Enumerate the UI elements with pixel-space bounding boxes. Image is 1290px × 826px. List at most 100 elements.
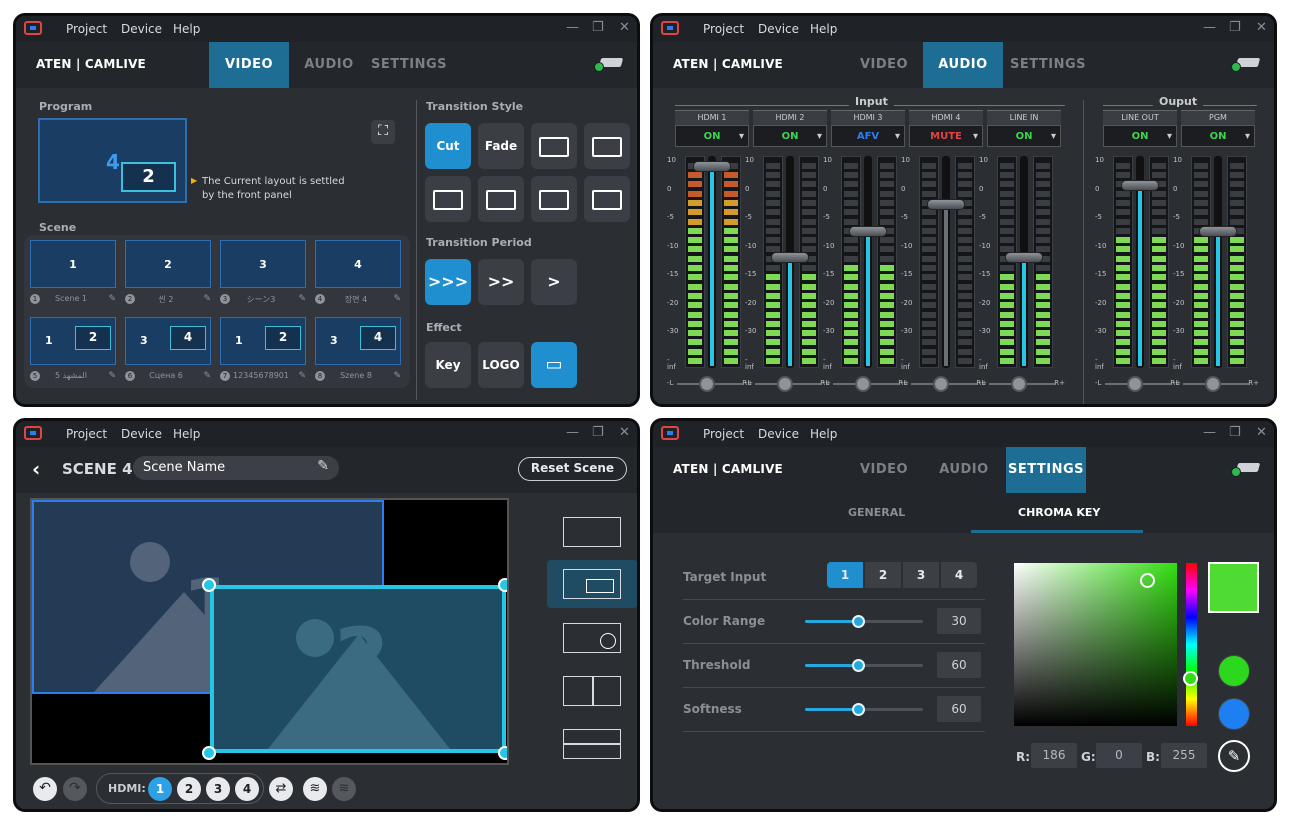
pan-knob[interactable] [699,376,715,392]
slide-right-button[interactable] [478,176,524,222]
menu-project[interactable]: Project [703,427,744,441]
scene-edit-icon[interactable]: ✎ [298,371,306,381]
close-icon[interactable]: ✕ [1256,425,1267,440]
fader-knob[interactable] [1121,179,1159,191]
color-picker-area[interactable] [1014,563,1177,726]
scene-edit-icon[interactable]: ✎ [393,371,401,381]
tab-audio[interactable]: AUDIO [923,42,1003,88]
layer-2[interactable]: 2 [210,585,506,753]
scene-card[interactable]: 34 [315,317,401,365]
layout-canvas[interactable]: 1 2 [30,498,509,765]
program-preview[interactable]: 4 2 [38,118,187,203]
transition-cut-button[interactable]: Cut [425,123,471,169]
tab-audio[interactable]: AUDIO [931,447,997,493]
target-input-2[interactable]: 2 [865,562,901,588]
menu-device[interactable]: Device [121,427,162,441]
tab-video[interactable]: VIDEO [851,42,917,88]
subtab-chroma-key[interactable]: CHROMA KEY [1018,506,1100,519]
transition-fade-button[interactable]: Fade [478,123,524,169]
fader-knob[interactable] [1005,251,1043,263]
channel-state-dropdown[interactable]: ON [987,125,1061,148]
scene-card[interactable]: 1 [30,240,116,288]
channel-selector[interactable]: HDMI 1 ON [675,110,749,148]
fader-knob[interactable] [1199,226,1237,238]
menu-project[interactable]: Project [703,22,744,36]
pan-knob[interactable] [777,376,793,392]
layout-single-button[interactable] [547,508,637,556]
hdmi-2-button[interactable]: 2 [177,777,201,801]
menu-project[interactable]: Project [66,22,107,36]
color-picker-cursor[interactable] [1140,573,1155,588]
channel-state-dropdown[interactable]: ON [753,125,827,148]
channel-selector[interactable]: HDMI 3 AFV [831,110,905,148]
fader-knob[interactable] [927,198,965,210]
maximize-icon[interactable]: ❐ [592,20,604,35]
screen-off-icon[interactable]: ▭ [531,342,577,388]
pan-slider[interactable]: -L R+ [901,376,987,392]
wipe-left-button[interactable] [531,123,577,169]
hdmi-1-button[interactable]: 1 [148,777,172,801]
target-input-3[interactable]: 3 [903,562,939,588]
pan-slider[interactable]: -L R+ [1173,376,1259,392]
b-value-input[interactable]: 255 [1161,743,1207,768]
resize-handle[interactable] [498,746,507,760]
effect-key-button[interactable]: Key [425,342,471,388]
channel-selector[interactable]: LINE OUT ON [1103,110,1177,148]
pan-slider[interactable]: -L R+ [667,376,753,392]
maximize-icon[interactable]: ❐ [1229,425,1241,440]
fader-knob[interactable] [693,160,731,172]
menu-help[interactable]: Help [173,22,200,36]
bring-forward-icon[interactable]: ≋ [303,777,327,801]
r-value-input[interactable]: 186 [1031,743,1077,768]
fullscreen-icon[interactable]: ⛶ [371,120,395,144]
channel-state-dropdown[interactable]: ON [1181,125,1255,148]
scene-edit-icon[interactable]: ✎ [298,294,306,304]
channel-selector[interactable]: LINE IN ON [987,110,1061,148]
device-connected-icon[interactable] [1231,463,1261,477]
slider-track[interactable] [805,659,923,672]
effect-logo-button[interactable]: LOGO [478,342,524,388]
minimize-icon[interactable]: — [1203,20,1216,35]
channel-state-dropdown[interactable]: AFV [831,125,905,148]
push-right-button[interactable] [425,176,471,222]
device-connected-icon[interactable] [594,58,624,72]
tab-video[interactable]: VIDEO [209,42,289,88]
minimize-icon[interactable]: — [566,425,579,440]
send-backward-icon[interactable]: ≋ [332,777,356,801]
scene-card[interactable]: 3 [220,240,306,288]
tab-video[interactable]: VIDEO [851,447,917,493]
channel-selector[interactable]: PGM ON [1181,110,1255,148]
menu-project[interactable]: Project [66,427,107,441]
back-icon[interactable]: ‹ [32,457,40,481]
wipe-right-button[interactable] [584,123,630,169]
redo-icon[interactable]: ↷ [63,777,87,801]
wipe-down-button[interactable] [531,176,577,222]
minimize-icon[interactable]: — [566,20,579,35]
fader-knob[interactable] [771,251,809,263]
edit-icon[interactable]: ✎ [317,458,329,474]
menu-help[interactable]: Help [810,427,837,441]
scene-card[interactable]: 34 [125,317,211,365]
eyedropper-icon[interactable]: ✎ [1218,740,1250,772]
target-input-4[interactable]: 4 [941,562,977,588]
slider-track[interactable] [805,615,923,628]
maximize-icon[interactable]: ❐ [1229,20,1241,35]
channel-state-dropdown[interactable]: ON [1103,125,1177,148]
hue-slider[interactable] [1183,563,1198,726]
volume-fader[interactable] [708,156,716,368]
channel-selector[interactable]: HDMI 2 ON [753,110,827,148]
hue-slider-thumb[interactable] [1183,671,1198,686]
close-icon[interactable]: ✕ [619,20,630,35]
subtab-general[interactable]: GENERAL [848,506,905,519]
pan-slider[interactable]: -L R+ [823,376,909,392]
maximize-icon[interactable]: ❐ [592,425,604,440]
slider-track[interactable] [805,703,923,716]
layout-pip-circle-button[interactable] [547,614,637,662]
channel-selector[interactable]: HDMI 4 MUTE [909,110,983,148]
fader-knob[interactable] [849,226,887,238]
hdmi-4-button[interactable]: 4 [235,777,259,801]
undo-icon[interactable]: ↶ [33,777,57,801]
hdmi-3-button[interactable]: 3 [206,777,230,801]
wipe-up-button[interactable] [584,176,630,222]
layout-side-by-side-button[interactable] [547,667,637,715]
